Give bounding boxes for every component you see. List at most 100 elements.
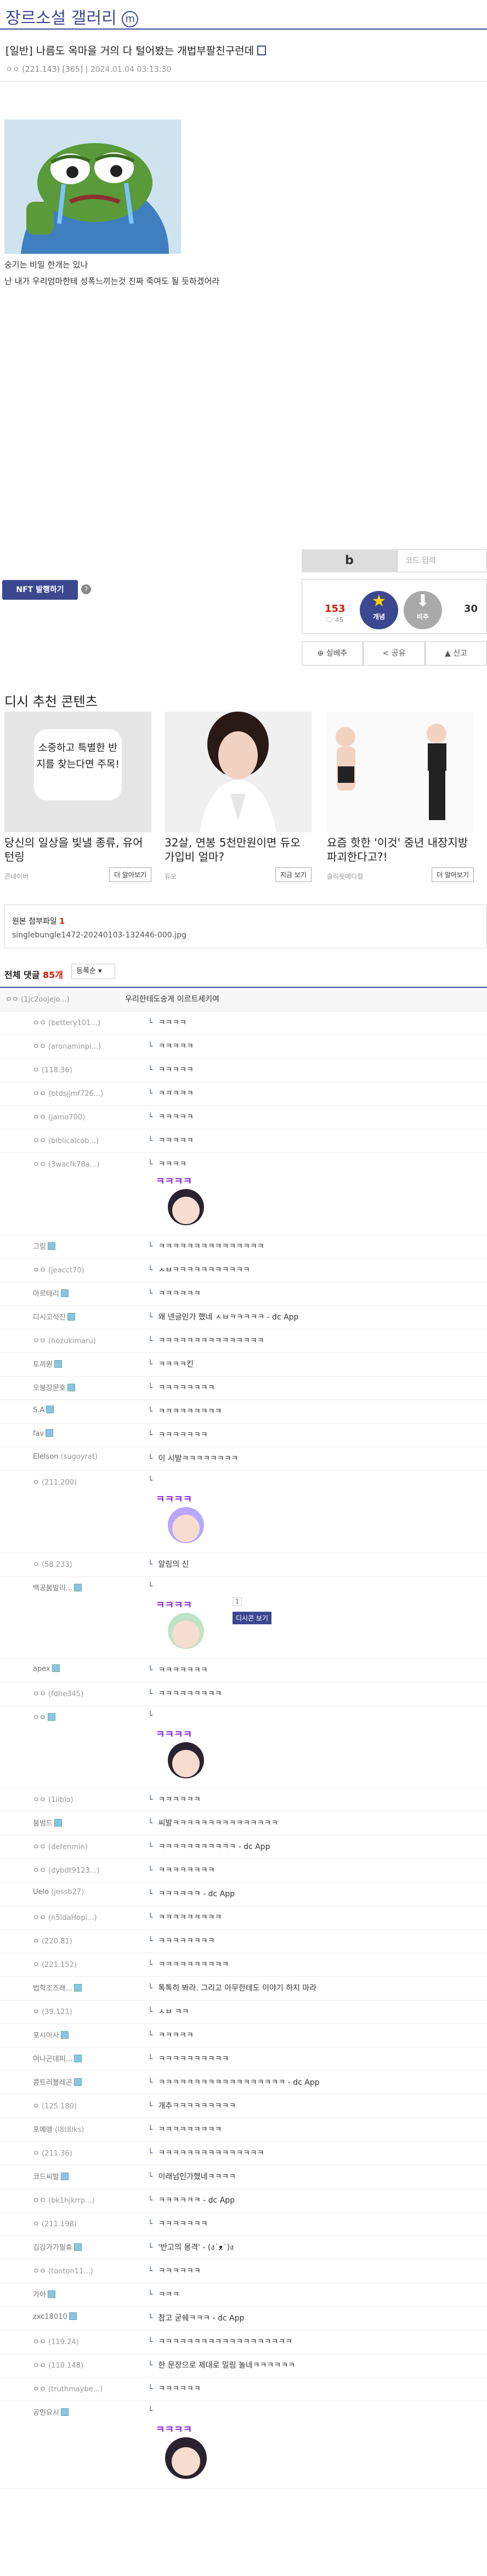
comment-nickname[interactable]: ㅇ (58.233)	[33, 1559, 72, 1569]
code-input[interactable]: 코드 입력	[397, 549, 487, 572]
comment-nickname[interactable]: ㅇㅇ (1iiblo)	[33, 1794, 73, 1804]
dccon-original-button[interactable]: 디시콘 보기	[233, 1612, 272, 1624]
dccon-sticker[interactable]: ㅋㅋㅋㅋ	[156, 1492, 233, 1548]
comment-nick-text[interactable]: 아르테리	[33, 1290, 59, 1298]
card-button[interactable]: 더 알아보기	[109, 867, 151, 882]
comment-nick-text[interactable]: 그림	[33, 1243, 46, 1251]
comment-nick-text[interactable]: 토끼원	[33, 1361, 53, 1369]
comment-nick-text[interactable]: ㅇ	[33, 1961, 39, 1969]
downvote-button[interactable]: ⬇ 비추	[404, 591, 442, 629]
comment-nick-text[interactable]: ㅇㅇ	[33, 1043, 46, 1051]
comment-nickname[interactable]: 김강가가필휴	[33, 2242, 82, 2252]
upvote-button[interactable]: ★ 개념	[360, 591, 398, 629]
comment-nick-text[interactable]: ㅇㅇ	[33, 1137, 46, 1145]
recommend-card[interactable]: 소중하고 특별한 반지를 찾는다면 주목! 당신의 일상을 빛낼 종류, 유어 …	[4, 712, 151, 888]
comment-nickname[interactable]: ㅇㅇ (aronaminpi...)	[33, 1040, 101, 1051]
comment-nickname[interactable]: ㅇㅇ (fdhe345)	[33, 1688, 83, 1698]
comment-nick-text[interactable]: 코드씨발	[33, 2173, 59, 2181]
comment-nickname[interactable]: ㅇㅇ (bettery101...)	[33, 1017, 100, 1027]
comment-nickname[interactable]: Elelson (sugoyrat)	[33, 1453, 98, 1461]
comment-nickname[interactable]: 포예엥 (l8t8lks)	[33, 2124, 84, 2134]
comment-nickname[interactable]: 토끼원	[33, 1358, 62, 1369]
comment-nickname[interactable]: ㅇㅇ (tonton11...)	[33, 2265, 93, 2276]
comment-nick-text[interactable]: ㅇ	[33, 1066, 39, 1074]
comment-nick-text[interactable]: ㅇ	[33, 2102, 39, 2111]
recommend-card[interactable]: 요즘 핫한 '이것' 중년 내장지방 파괴한다고?! 슬릭핏메디컬 더 알아보기	[327, 712, 474, 888]
comment-nickname[interactable]: 백공붐발리...	[33, 1582, 82, 1593]
comment-nick-text[interactable]: ㅇㅇ	[33, 1090, 46, 1098]
comment-nickname[interactable]: 디시고석진	[33, 1311, 75, 1322]
comment-nick-text[interactable]: zxc18010	[33, 2313, 67, 2321]
post-author[interactable]: ㅇㅇ	[5, 65, 20, 74]
comment-nick-text[interactable]: 콩트러블레곤	[33, 2079, 72, 2087]
card-button[interactable]: 지금 보기	[275, 867, 312, 882]
comment-nickname[interactable]: ㅇㅇ (biblicalcob...)	[33, 1135, 99, 1145]
comment-nick-text[interactable]: ㅇ	[33, 2008, 39, 2016]
comment-nick-text[interactable]: 디시고석진	[33, 1313, 66, 1322]
comment-nick-text[interactable]: ㅇ	[33, 1479, 39, 1487]
comment-nickname[interactable]: ㅇㅇ (hozukimaru)	[33, 1335, 96, 1345]
help-icon[interactable]: ?	[81, 584, 91, 594]
comment-nick-text[interactable]: Uelo	[33, 1888, 49, 1896]
comment-nickname[interactable]: zxc18010	[33, 2312, 77, 2321]
comment-nick-text[interactable]: ㅇㅇ	[5, 996, 19, 1004]
comment-nickname[interactable]: 붐범드	[33, 1817, 62, 1828]
comment-nickname[interactable]: ㅇㅇ (1jc2oojejo...)	[5, 993, 70, 1004]
comment-nick-text[interactable]: ㅇㅇ	[33, 1690, 46, 1698]
comment-nick-text[interactable]: 오붕장문호	[33, 1384, 66, 1392]
comment-nick-text[interactable]: S.A	[33, 1406, 44, 1414]
comment-nickname[interactable]: 그림	[33, 1241, 55, 1251]
comment-nick-text[interactable]: fav	[33, 1430, 44, 1438]
comment-nickname[interactable]: Uelo (jessb27)	[33, 1888, 84, 1896]
comment-nick-text[interactable]: 포시아사	[33, 2032, 59, 2040]
comment-nick-text[interactable]: ㅇㅇ	[33, 1867, 46, 1875]
comment-nickname[interactable]: ㅇㅇ (n5ldaHopi...)	[33, 1912, 97, 1922]
comment-nickname[interactable]: 코드씨발	[33, 2171, 69, 2181]
dccon-sticker[interactable]: ㅋㅋㅋㅋ	[156, 1597, 233, 1653]
comment-nickname[interactable]: 오붕장문호	[33, 1382, 75, 1392]
comment-nick-text[interactable]: ㅇ	[33, 2220, 39, 2228]
comment-nick-text[interactable]: ㅇㅇ	[33, 1161, 46, 1169]
comment-nickname[interactable]: ㅇ (211.36)	[33, 2147, 72, 2158]
comment-nickname[interactable]: ㅇㅇ (jamo700)	[33, 1111, 85, 1122]
comment-nick-text[interactable]: 붐범드	[33, 1819, 53, 1828]
comment-nick-text[interactable]: Elelson	[33, 1453, 58, 1461]
silbe-recommend-button[interactable]: ⊕ 실베추	[302, 641, 363, 666]
attachment-file-link[interactable]: singlebungle1472-20240103-132446-000.jpg	[12, 931, 186, 940]
comment-nick-text[interactable]: ㅇ	[33, 2149, 39, 2158]
comment-nickname[interactable]: 법학조즈래...	[33, 1982, 82, 1993]
comment-nick-text[interactable]: ㅇㅇ	[33, 2385, 46, 2393]
comment-nickname[interactable]: ㅇㅇ (110.148)	[33, 2359, 83, 2370]
comment-nick-text[interactable]: ㅇㅇ	[33, 1843, 46, 1851]
comment-nick-text[interactable]: apex	[33, 1665, 50, 1673]
comment-nickname[interactable]: ㅇ (211.198)	[33, 2218, 77, 2228]
comment-nick-text[interactable]: ㅇㅇ	[33, 1266, 46, 1275]
comment-nickname[interactable]: ㅇㅇ (dybdt9123...)	[33, 1864, 99, 1875]
comment-nickname[interactable]: 가아	[33, 2289, 55, 2299]
comment-nickname[interactable]: 콩트러블레곤	[33, 2077, 82, 2087]
share-button[interactable]: < 공유	[363, 641, 425, 666]
comment-nickname[interactable]: ㅇㅇ (defenmin)	[33, 1841, 88, 1851]
dccon-sticker[interactable]: ㅋㅋㅋㅋ	[156, 2422, 233, 2483]
comment-nick-text[interactable]: ㅇㅇ	[33, 2338, 46, 2346]
comment-nick-text[interactable]: 가아	[33, 2291, 46, 2299]
comment-nick-text[interactable]: ㅇㅇ	[33, 1914, 46, 1922]
report-button[interactable]: ▲ 신고	[425, 641, 487, 666]
comment-nickname[interactable]: ㅇㅇ	[33, 1711, 55, 1722]
comment-nick-text[interactable]: 김강가가필휴	[33, 2244, 72, 2252]
comment-nick-text[interactable]: ㅇㅇ	[33, 1714, 46, 1722]
comment-nick-text[interactable]: 법학조즈래...	[33, 1984, 72, 1993]
comment-nickname[interactable]: ㅇ (39.121)	[33, 2006, 72, 2016]
comment-nickname[interactable]: ㅇㅇ (jeacct70)	[33, 1264, 84, 1275]
comment-nick-text[interactable]: ㅇ	[33, 1937, 39, 1946]
gallery-title[interactable]: 장르소설 갤러리 m	[5, 4, 139, 29]
dccon-sticker[interactable]: ㅋㅋㅋㅋ	[156, 1727, 233, 1783]
recommend-card[interactable]: 32살, 연봉 5천만원이면 듀오 가입비 얼마? 듀오 지금 보기	[165, 712, 312, 888]
comment-nick-text[interactable]: ㅇ	[33, 1561, 39, 1569]
comment-nickname[interactable]: ㅇㅇ (119.24)	[33, 2336, 79, 2346]
comment-nick-text[interactable]: ㅇㅇ	[33, 1337, 46, 1345]
dccon-sticker[interactable]: ㅋㅋㅋㅋ	[156, 1174, 233, 1230]
card-button[interactable]: 더 알아보기	[431, 867, 474, 882]
comment-nickname[interactable]: apex	[33, 1664, 60, 1673]
comment-nick-text[interactable]: ㅇㅇ	[33, 2362, 46, 2370]
